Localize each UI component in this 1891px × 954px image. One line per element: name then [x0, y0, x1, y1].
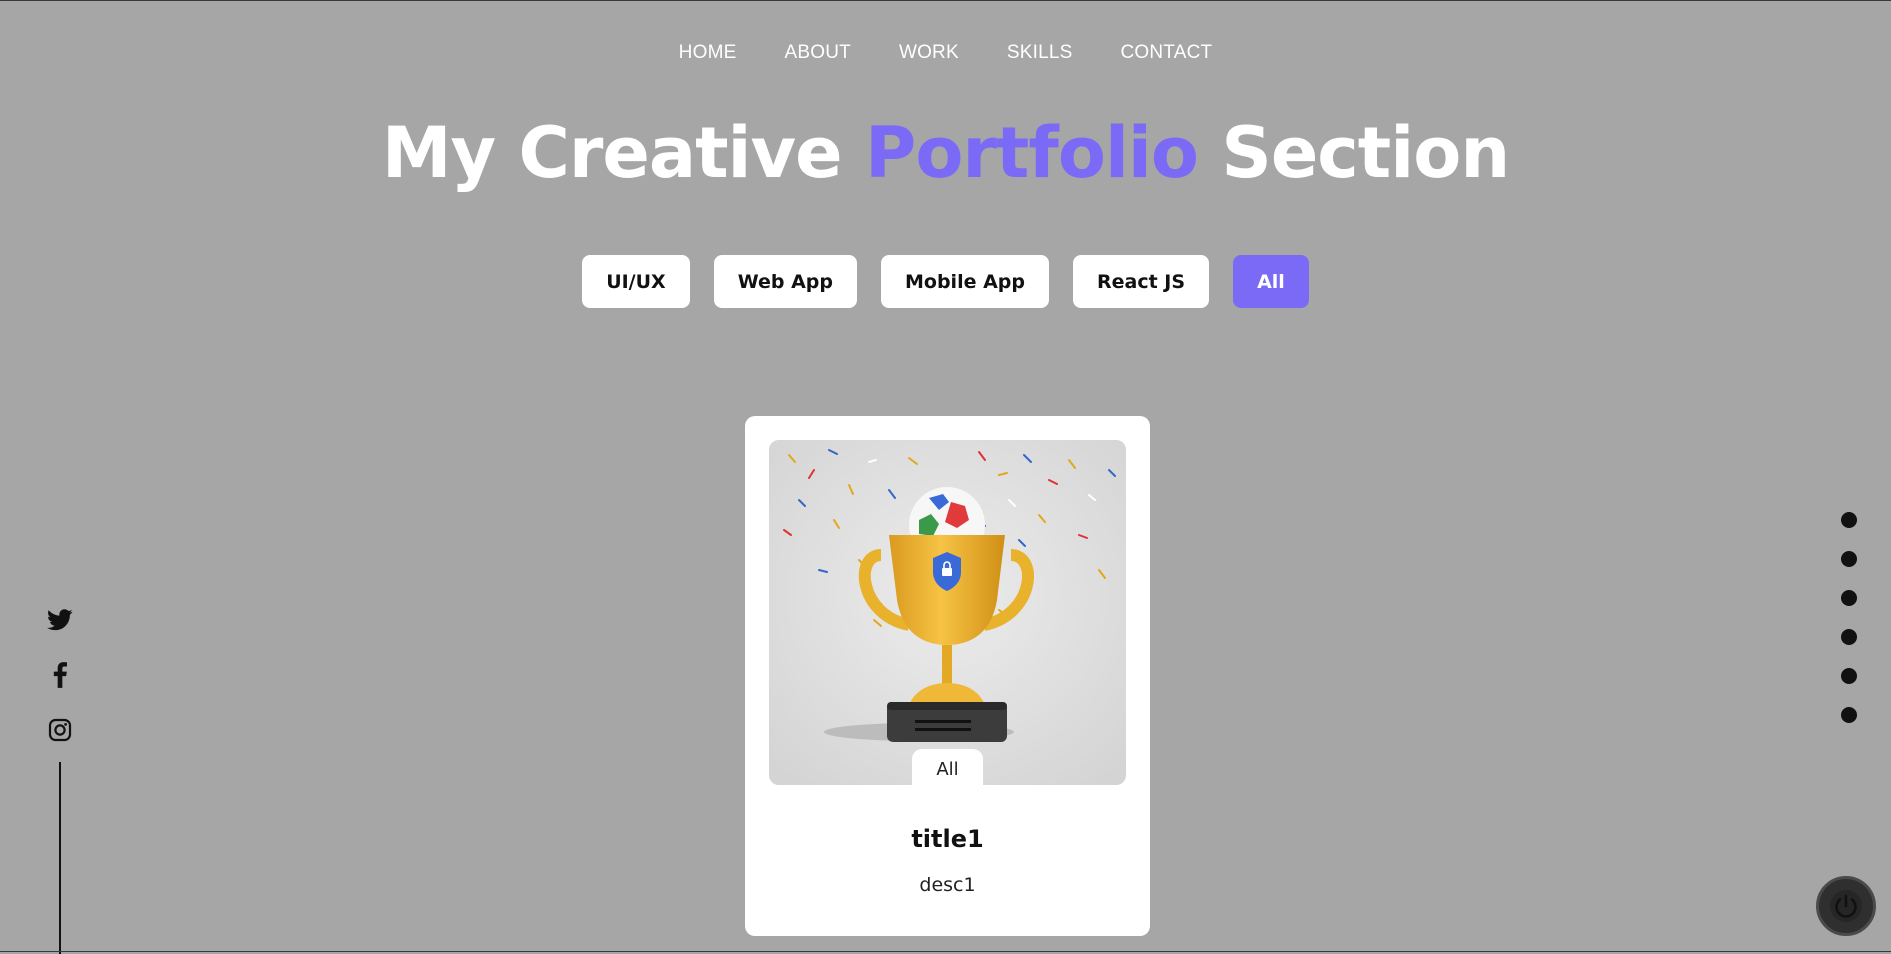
main-nav: HOME ABOUT WORK SKILLS CONTACT: [0, 42, 1891, 64]
filter-webapp-button[interactable]: Web App: [713, 255, 857, 308]
power-toggle-button[interactable]: [1816, 876, 1876, 936]
trophy-image: [769, 440, 1126, 785]
category-tag: All: [912, 749, 983, 789]
filter-reactjs-button[interactable]: React JS: [1073, 255, 1210, 308]
social-divider-line: [59, 762, 61, 954]
social-links: [46, 606, 74, 771]
section-dot-4[interactable]: [1841, 629, 1857, 645]
section-dot-3[interactable]: [1841, 590, 1857, 606]
filter-uiux-button[interactable]: UI/UX: [582, 255, 690, 308]
bottom-border: [0, 951, 1891, 952]
twitter-icon[interactable]: [46, 606, 74, 634]
filter-mobileapp-button[interactable]: Mobile App: [881, 255, 1049, 308]
filter-all-button[interactable]: All: [1233, 255, 1309, 308]
power-icon: [1830, 890, 1862, 922]
title-part-1: My Creative: [381, 112, 866, 194]
nav-home[interactable]: HOME: [679, 42, 737, 64]
nav-skills[interactable]: SKILLS: [1007, 42, 1073, 64]
title-part-2: Section: [1198, 112, 1510, 194]
nav-contact[interactable]: CONTACT: [1120, 42, 1212, 64]
section-dot-2[interactable]: [1841, 551, 1857, 567]
instagram-icon[interactable]: [46, 716, 74, 744]
nav-work[interactable]: WORK: [899, 42, 959, 64]
section-dot-6[interactable]: [1841, 707, 1857, 723]
section-dots-nav: [1841, 512, 1857, 746]
top-border: [0, 0, 1891, 1]
title-accent: Portfolio: [865, 112, 1199, 194]
nav-about[interactable]: ABOUT: [784, 42, 850, 64]
facebook-icon[interactable]: [46, 661, 74, 689]
section-dot-5[interactable]: [1841, 668, 1857, 684]
page-title: My Creative Portfolio Section: [0, 112, 1891, 194]
portfolio-card[interactable]: All title1 desc1: [745, 416, 1150, 936]
section-dot-1[interactable]: [1841, 512, 1857, 528]
card-title: title1: [911, 825, 984, 853]
card-description: desc1: [919, 874, 976, 896]
filter-bar: UI/UX Web App Mobile App React JS All: [0, 255, 1891, 308]
